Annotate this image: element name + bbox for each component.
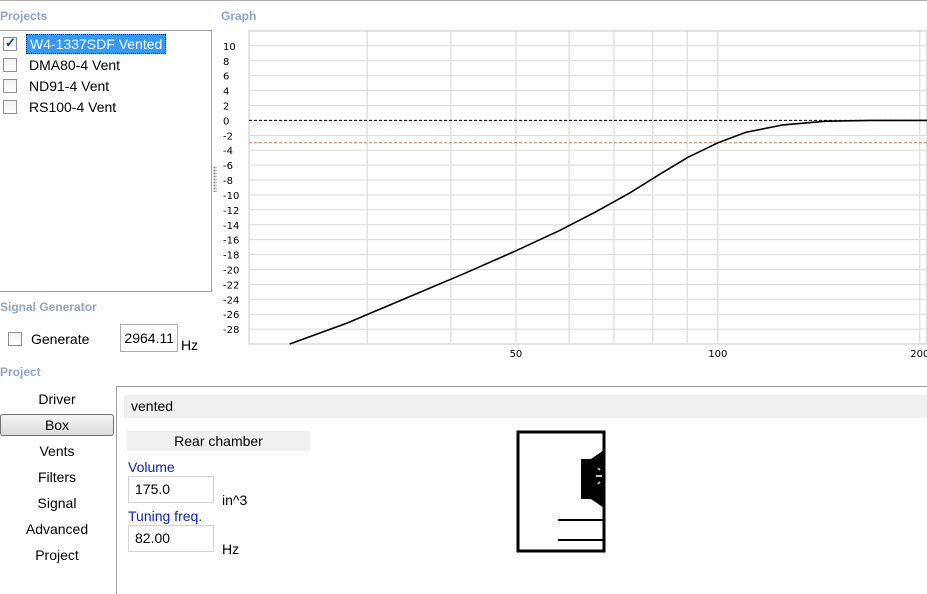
- y-tick-label: 0: [223, 116, 229, 127]
- nav-item-box[interactable]: Box: [0, 414, 114, 436]
- frequency-unit: Hz: [181, 337, 199, 353]
- y-tick-label: 4: [223, 87, 229, 98]
- project-panel: vented Rear chamber Volume 175.0 in^3 Tu…: [116, 386, 927, 594]
- y-tick-label: -10: [223, 191, 239, 202]
- project-item-label: W4-1337SDF Vented: [26, 34, 167, 54]
- y-tick-label: -2: [223, 131, 233, 142]
- project-checkbox[interactable]: ✓: [3, 35, 17, 51]
- project-item[interactable]: ND91-4 Vent: [3, 76, 112, 96]
- y-tick-label: 10: [223, 42, 236, 53]
- y-tick-label: -12: [223, 206, 239, 217]
- checkmark-icon: ✓: [5, 35, 16, 50]
- y-tick-label: -14: [223, 221, 239, 232]
- project-item[interactable]: DMA80-4 Vent: [3, 55, 123, 75]
- project-title: Project: [0, 365, 41, 379]
- x-tick-label: 50: [510, 349, 523, 360]
- plot-area: [248, 30, 927, 345]
- y-tick-label: -4: [223, 146, 233, 157]
- graph-title: Graph: [221, 9, 257, 23]
- y-tick-label: -26: [223, 310, 239, 321]
- volume-input[interactable]: 175.0: [128, 476, 214, 503]
- box-diagram: [516, 430, 606, 553]
- projects-title: Projects: [0, 9, 48, 23]
- volume-label: Volume: [128, 459, 175, 475]
- nav-item-driver[interactable]: Driver: [0, 388, 114, 410]
- tuning-freq-input[interactable]: 82.00: [128, 525, 214, 552]
- y-tick-label: -8: [223, 176, 233, 187]
- frequency-response-chart[interactable]: 10 8 6 4 2 0 -2 -4 -6 -8 -10 -12 -14 -16 -18 -20 -22 -24 -…: [212, 30, 927, 366]
- signal-generator-title: Signal Generator: [0, 300, 97, 314]
- project-item[interactable]: RS100-4 Vent: [3, 97, 119, 117]
- y-tick-label: 2: [223, 102, 229, 113]
- rear-chamber-header: Rear chamber: [127, 431, 310, 451]
- nav-item-signal[interactable]: Signal: [0, 492, 114, 514]
- project-item-label: ND91-4 Vent: [29, 78, 110, 94]
- generate-label: Generate: [31, 331, 90, 347]
- project-checkbox[interactable]: [3, 100, 17, 114]
- x-tick-label: 200: [910, 349, 927, 360]
- y-tick-label: -16: [223, 236, 239, 247]
- top-rule: [0, 0, 927, 1]
- project-checkbox[interactable]: [3, 79, 17, 93]
- y-tick-label: -18: [223, 251, 239, 262]
- frequency-input[interactable]: 2964.11: [120, 324, 178, 352]
- nav-item-filters[interactable]: Filters: [0, 466, 114, 488]
- nav-item-project[interactable]: Project: [0, 544, 114, 566]
- driver-icon: [581, 450, 604, 508]
- box-type-header: vented: [124, 395, 927, 418]
- project-item[interactable]: ✓ W4-1337SDF Vented: [3, 34, 167, 54]
- tuning-freq-unit: Hz: [222, 541, 240, 557]
- y-tick-label: -22: [223, 280, 239, 291]
- project-item-label: RS100-4 Vent: [29, 99, 117, 115]
- y-tick-label: 6: [223, 72, 229, 83]
- y-tick-label: -24: [223, 295, 239, 306]
- projects-list[interactable]: ✓ W4-1337SDF Vented DMA80-4 Vent ND91-4 Ven…: [0, 30, 212, 292]
- generate-checkbox[interactable]: [8, 332, 22, 346]
- tuning-freq-label: Tuning freq.: [128, 508, 203, 524]
- y-tick-label: -6: [223, 161, 233, 172]
- y-tick-label: 8: [223, 57, 229, 68]
- project-item-label: DMA80-4 Vent: [29, 57, 121, 73]
- y-tick-label: -20: [223, 265, 239, 276]
- generate-checkbox-row[interactable]: Generate: [8, 331, 89, 347]
- x-tick-label: 100: [708, 349, 727, 360]
- nav-item-advanced[interactable]: Advanced: [0, 518, 114, 540]
- volume-unit: in^3: [222, 492, 248, 508]
- y-tick-label: -28: [223, 325, 239, 336]
- project-checkbox[interactable]: [3, 58, 17, 72]
- nav-item-vents[interactable]: Vents: [0, 440, 114, 462]
